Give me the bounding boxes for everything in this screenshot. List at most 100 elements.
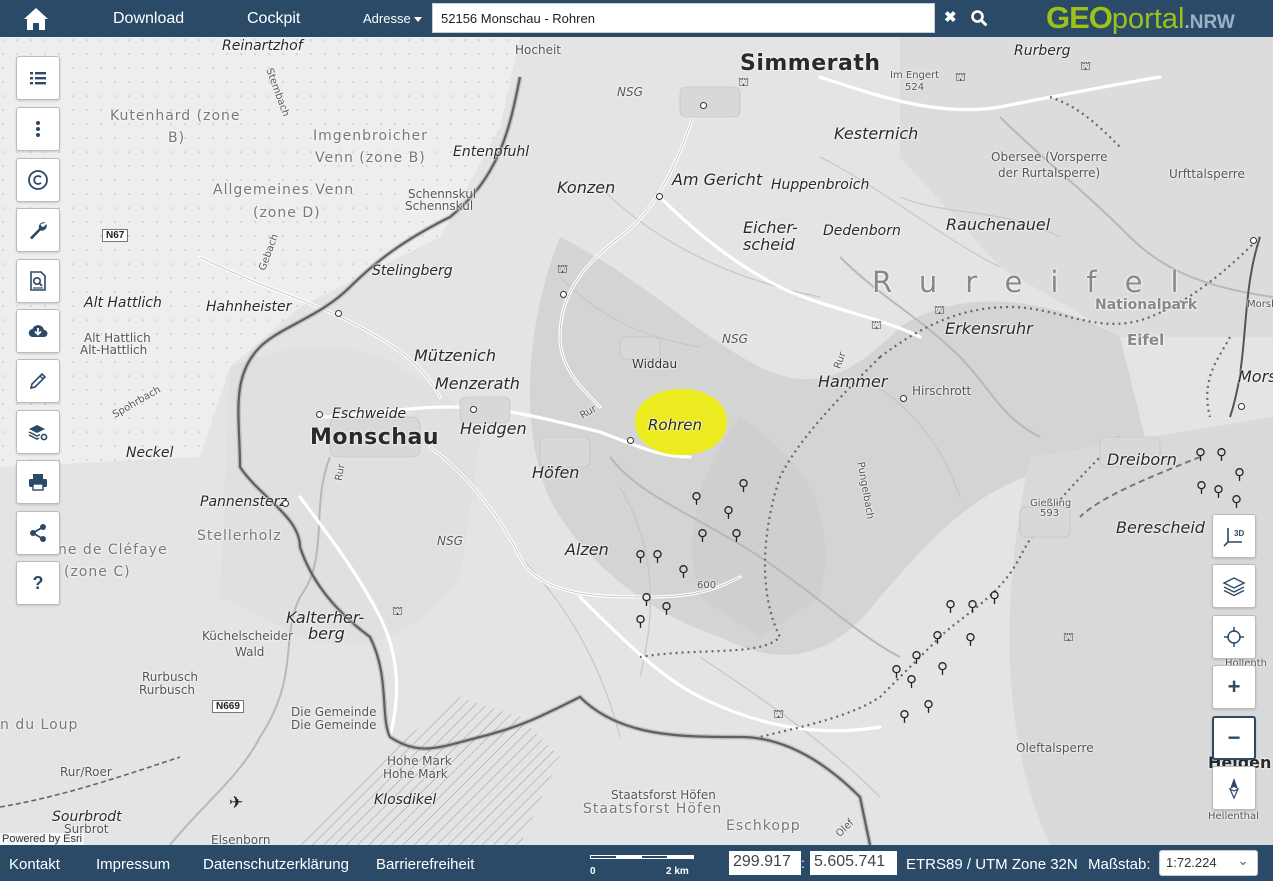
place-label: Hammer xyxy=(818,372,888,391)
wind-turbine-icon: ⚲ xyxy=(1195,446,1206,463)
coord-separator: : xyxy=(801,855,805,871)
zoom-in-button[interactable]: + xyxy=(1212,665,1256,709)
place-label: Hahnheister xyxy=(206,299,292,315)
wind-turbine-icon: ⚲ xyxy=(945,598,956,615)
draw-button[interactable] xyxy=(16,359,60,403)
footer-link-barrierefreiheit[interactable]: Barrierefreiheit xyxy=(376,856,474,873)
wind-turbine-icon: ⚲ xyxy=(697,527,708,544)
place-label: Pannensterz xyxy=(200,494,287,510)
place-label: Alt Hattlich xyxy=(84,295,162,311)
footer-link-kontakt[interactable]: Kontakt xyxy=(9,856,60,873)
share-icon xyxy=(30,524,46,542)
search-mode-dropdown[interactable]: Adresse xyxy=(363,11,422,26)
tower-icon: ⛫ xyxy=(1080,59,1092,73)
elevation-label: 600 xyxy=(697,580,717,591)
poi-dot xyxy=(560,291,567,298)
more-menu-button[interactable] xyxy=(16,107,60,151)
poi-dot xyxy=(627,437,634,444)
place-label: Neckel xyxy=(126,445,174,461)
place-label: Am Gericht xyxy=(672,170,763,189)
place-label: Simmerath xyxy=(740,51,881,76)
airport-icon: ✈ xyxy=(229,793,244,812)
area-label: Urfttalsperre xyxy=(1169,167,1245,181)
tools-button[interactable] xyxy=(16,208,60,252)
area-label: Die Gemeinde xyxy=(291,718,377,732)
wind-turbine-icon: ⚲ xyxy=(923,698,934,715)
wind-turbine-icon: ⚲ xyxy=(635,613,646,630)
area-label: Obersee (Vorsperre xyxy=(991,150,1108,164)
layer-settings-button[interactable] xyxy=(16,410,60,454)
layers-button[interactable] xyxy=(1212,564,1256,608)
vertical-dots-icon xyxy=(36,121,40,137)
place-label: Höfen xyxy=(532,463,580,482)
place-label: Kesternich xyxy=(834,124,919,143)
area-label: n du Loup xyxy=(0,717,79,733)
nsg-label: NSG xyxy=(437,534,463,548)
place-label: Entenpfuhl xyxy=(453,144,530,160)
poi-dot xyxy=(470,406,477,413)
area-label: Imgenbroicher xyxy=(313,128,428,144)
area-label: Rurbusch xyxy=(139,683,196,697)
nav-download[interactable]: Download xyxy=(113,10,184,28)
document-search-icon xyxy=(30,271,46,291)
list-icon xyxy=(30,72,46,85)
tower-icon: ⛫ xyxy=(557,262,569,276)
wind-turbine-icon: ⚲ xyxy=(1216,446,1227,463)
tower-icon: ⛫ xyxy=(955,70,967,84)
print-button[interactable] xyxy=(16,460,60,504)
geoportal-logo[interactable]: GEO portal .NRW xyxy=(1046,0,1235,37)
elevation-label: 593 xyxy=(1040,508,1060,519)
crosshair-icon xyxy=(1224,627,1244,647)
copyright-button[interactable] xyxy=(16,158,60,202)
nsg-label: NSG xyxy=(617,85,643,99)
footer-link-impressum[interactable]: Impressum xyxy=(96,856,170,873)
download-button[interactable] xyxy=(16,309,60,353)
tower-icon: ⛫ xyxy=(392,604,404,618)
nav-cockpit[interactable]: Cockpit xyxy=(247,10,300,28)
locate-button[interactable] xyxy=(1212,615,1256,659)
feature-info-button[interactable] xyxy=(16,259,60,303)
wind-turbine-icon: ⚲ xyxy=(678,563,689,580)
help-button[interactable]: ? xyxy=(16,561,60,605)
zoom-out-button[interactable]: − xyxy=(1212,716,1256,760)
poi-dot xyxy=(900,395,907,402)
coord-x-field[interactable]: 299.917 xyxy=(729,851,801,875)
area-label: B) xyxy=(168,130,186,146)
wind-turbine-icon: ⚲ xyxy=(965,631,976,648)
place-label: Huppenbroich xyxy=(771,177,870,193)
area-label: Küchelscheider xyxy=(202,629,293,643)
wind-turbine-icon: ⚲ xyxy=(891,663,902,680)
home-button[interactable] xyxy=(0,0,72,37)
attribution-text[interactable]: Powered by Esri xyxy=(0,833,85,845)
place-label: Widdau xyxy=(632,357,678,371)
area-label: Hohe Mark xyxy=(387,754,452,768)
address-search-input[interactable] xyxy=(432,3,935,33)
area-label: Hellenthal xyxy=(1208,811,1259,822)
svg-text:0: 0 xyxy=(590,866,596,877)
compass-button[interactable] xyxy=(1212,766,1256,810)
wind-turbine-icon: ⚲ xyxy=(1213,483,1224,500)
view-3d-button[interactable]: 3D xyxy=(1212,514,1256,558)
top-bar: Download Cockpit Adresse ✖ GEOportal.NRW xyxy=(0,0,1273,37)
wind-turbine-icon: ⚲ xyxy=(906,673,917,690)
scale-select[interactable]: 1:72.224 xyxy=(1159,850,1258,876)
search-result-label: Rohren xyxy=(648,416,703,434)
poi-dot xyxy=(282,500,289,507)
footer-link-datenschutz[interactable]: Datenschutzerklärung xyxy=(203,856,349,873)
share-button[interactable] xyxy=(16,511,60,555)
map-canvas[interactable]: Simmerath Monschau Kesternich Konzen Am … xyxy=(0,37,1273,845)
place-label: Monschau xyxy=(310,425,439,450)
poi-dot xyxy=(316,411,323,418)
area-label: Hohe Mark xyxy=(383,767,448,781)
clear-search-button[interactable]: ✖ xyxy=(944,10,958,26)
coord-y-field[interactable]: 5.605.741 xyxy=(810,851,897,875)
tower-icon: ⛫ xyxy=(934,303,946,317)
area-label: Die Gemeinde xyxy=(291,705,377,719)
tower-icon: ⛫ xyxy=(738,75,750,89)
wind-turbine-icon: ⚲ xyxy=(932,629,943,646)
legend-button[interactable] xyxy=(16,56,60,100)
search-icon[interactable] xyxy=(970,9,988,27)
poi-dot xyxy=(335,310,342,317)
wind-turbine-icon: ⚲ xyxy=(635,548,646,565)
area-label: Morsbach xyxy=(1247,299,1273,310)
